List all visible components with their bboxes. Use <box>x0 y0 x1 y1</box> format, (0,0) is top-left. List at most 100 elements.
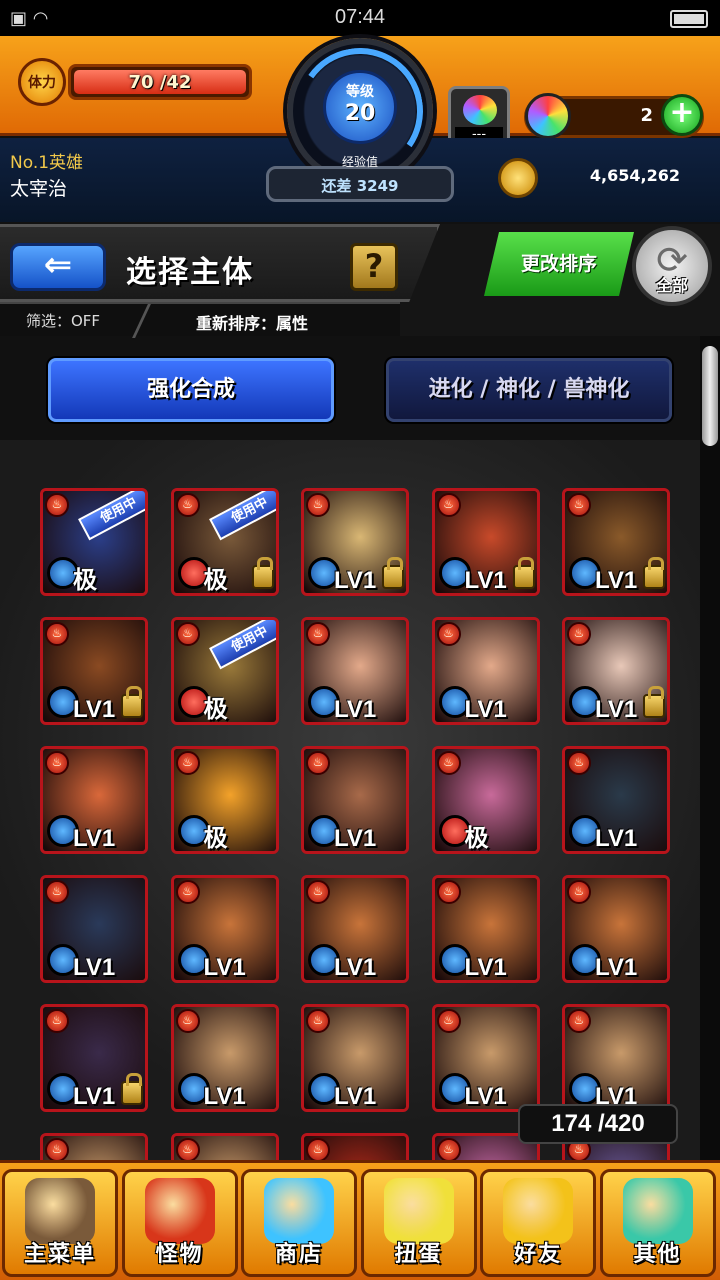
monster-card[interactable]: ♨ LV1 <box>170 875 279 983</box>
fire-attribute-icon: ♨ <box>45 1138 69 1160</box>
fire-attribute-icon: ♨ <box>306 751 330 775</box>
monster-card[interactable]: ♨ LV1 <box>562 875 670 983</box>
monster-level: LV1 <box>464 954 507 981</box>
monster-level: LV1 <box>73 954 116 981</box>
fire-attribute-icon: ♨ <box>567 751 591 775</box>
fire-attribute-icon: ♨ <box>436 1009 461 1033</box>
evolution-tab[interactable]: 进化 / 神化 / 兽神化 <box>386 358 672 422</box>
monster-card[interactable]: ♨ LV1 <box>562 617 670 725</box>
monster-card[interactable]: ♨ LV1 <box>431 617 540 725</box>
monster-card[interactable]: ♨ 极 <box>170 746 279 854</box>
monster-card[interactable]: ♨ LV1 <box>170 1004 279 1112</box>
box-count: 174 /420 <box>518 1104 678 1144</box>
monster-level: LV1 <box>203 1083 246 1110</box>
monster-card[interactable]: ♨ LV1 <box>40 746 148 854</box>
fire-attribute-icon: ♨ <box>436 493 461 517</box>
filter-bar: 筛选：OFF 重新排序：属性 <box>0 302 400 338</box>
monster-level: LV1 <box>595 567 638 594</box>
lock-icon <box>121 686 143 718</box>
nav-label: 怪物 <box>155 1242 204 1267</box>
monster-level: 极 <box>203 696 228 723</box>
nav-item[interactable]: 主菜单 <box>2 1169 118 1277</box>
gem-count: 2 <box>640 105 653 126</box>
divider <box>132 304 151 338</box>
monster-icon <box>144 1178 215 1244</box>
monster-card[interactable]: ♨ LV1 <box>562 488 670 596</box>
nav-item[interactable]: 好友 <box>480 1169 596 1277</box>
title-bar: ⇐ 选择主体 ? 更改排序 ⟳ 全部 筛选：OFF 重新排序：属性 <box>0 224 720 338</box>
lock-icon <box>251 557 274 589</box>
monster-card[interactable]: ♨ 使用中极 <box>170 617 279 725</box>
player-rank: No.1英雄 <box>10 153 84 173</box>
back-button[interactable]: ⇐ <box>10 243 106 291</box>
monster-level: LV1 <box>334 825 377 852</box>
monster-card[interactable]: ♨ LV1 <box>40 875 148 983</box>
monster-card[interactable]: ♨ 使用中极 <box>170 488 279 596</box>
monster-level: LV1 <box>334 567 377 594</box>
monster-card[interactable]: ♨ LV1 <box>431 875 540 983</box>
monster-card[interactable]: ♨ LV1 <box>40 1004 148 1112</box>
show-all-button[interactable]: ⟳ 全部 <box>632 226 712 306</box>
monster-level: LV1 <box>73 696 116 723</box>
monster-level: LV1 <box>334 954 377 981</box>
monster-level: LV1 <box>464 567 507 594</box>
monster-card[interactable]: ♨ LV1 <box>301 617 409 725</box>
monster-card[interactable]: ♨ 使用中极 <box>40 488 148 596</box>
fire-attribute-icon: ♨ <box>306 880 330 904</box>
fire-attribute-icon: ♨ <box>175 880 200 904</box>
nav-item[interactable]: 怪物 <box>121 1169 238 1277</box>
monster-card[interactable]: ♨ LV1 <box>431 1004 540 1112</box>
monster-card[interactable]: ♨ LV1 <box>301 1004 409 1112</box>
level-label: 等级 <box>346 84 374 100</box>
monster-card[interactable]: ♨ <box>170 1133 279 1160</box>
fire-attribute-icon: ♨ <box>175 1138 200 1160</box>
add-gems-button[interactable]: + <box>661 94 703 136</box>
grid-scrollbar[interactable] <box>700 336 720 1160</box>
nav-item[interactable]: 扭蛋 <box>360 1169 477 1277</box>
monster-card[interactable]: ♨ LV1 <box>301 875 409 983</box>
monster-card[interactable]: ♨ LV1 <box>431 488 540 596</box>
fire-attribute-icon: ♨ <box>436 622 461 646</box>
stamina-bar[interactable]: 70 /42 <box>68 64 252 100</box>
bottom-nav: 主菜单 怪物 商店 扭蛋 好友 其他 <box>0 1160 720 1280</box>
help-button[interactable]: ? <box>350 243 398 291</box>
monster-level: LV1 <box>73 825 116 852</box>
lock-icon <box>512 557 535 589</box>
monster-card[interactable]: ♨ LV1 <box>562 746 670 854</box>
nav-label: 商店 <box>274 1242 323 1267</box>
show-all-label: 全部 <box>655 276 688 295</box>
monster-card[interactable]: ♨ <box>40 1133 148 1160</box>
monster-card[interactable]: ♨ LV1 <box>301 746 409 854</box>
monster-card[interactable]: ♨ LV1 <box>301 488 409 596</box>
fire-attribute-icon: ♨ <box>175 751 200 775</box>
scrollbar-thumb[interactable] <box>702 346 718 446</box>
egg-icon <box>383 1178 454 1244</box>
nav-item[interactable]: 商店 <box>241 1169 357 1277</box>
fire-attribute-icon: ♨ <box>567 622 591 646</box>
orb-icon <box>264 1178 334 1244</box>
change-sort-button[interactable]: 更改排序 <box>484 232 634 296</box>
mode-bar: 强化合成 进化 / 神化 / 兽神化 <box>0 340 700 440</box>
fire-attribute-icon: ♨ <box>436 751 461 775</box>
enhance-fusion-tab[interactable]: 强化合成 <box>48 358 334 422</box>
monster-card[interactable]: ♨ <box>301 1133 409 1160</box>
friends-icon <box>503 1178 573 1244</box>
nav-item[interactable]: 其他 <box>599 1169 716 1277</box>
reorder-status[interactable]: 重新排序：属性 <box>196 310 308 334</box>
fire-attribute-icon: ♨ <box>436 1138 461 1160</box>
monster-level: LV1 <box>334 696 377 723</box>
castle-icon <box>25 1178 95 1244</box>
nav-label: 主菜单 <box>23 1242 96 1267</box>
monster-level: LV1 <box>334 1083 377 1110</box>
level-inner: 等级 20 <box>323 70 397 144</box>
fire-attribute-icon: ♨ <box>45 1009 69 1033</box>
exp-label: 经验值 <box>341 155 378 169</box>
monster-card[interactable]: ♨ LV1 <box>562 1004 670 1112</box>
monster-level: 极 <box>203 825 228 852</box>
stamina-icon: 体力 <box>18 58 66 106</box>
filter-status[interactable]: 筛选：OFF <box>26 310 100 331</box>
monster-card[interactable]: ♨ LV1 <box>40 617 148 725</box>
monster-card[interactable]: ♨ 极 <box>431 746 540 854</box>
coin-icon <box>498 158 538 198</box>
fire-attribute-icon: ♨ <box>436 880 461 904</box>
